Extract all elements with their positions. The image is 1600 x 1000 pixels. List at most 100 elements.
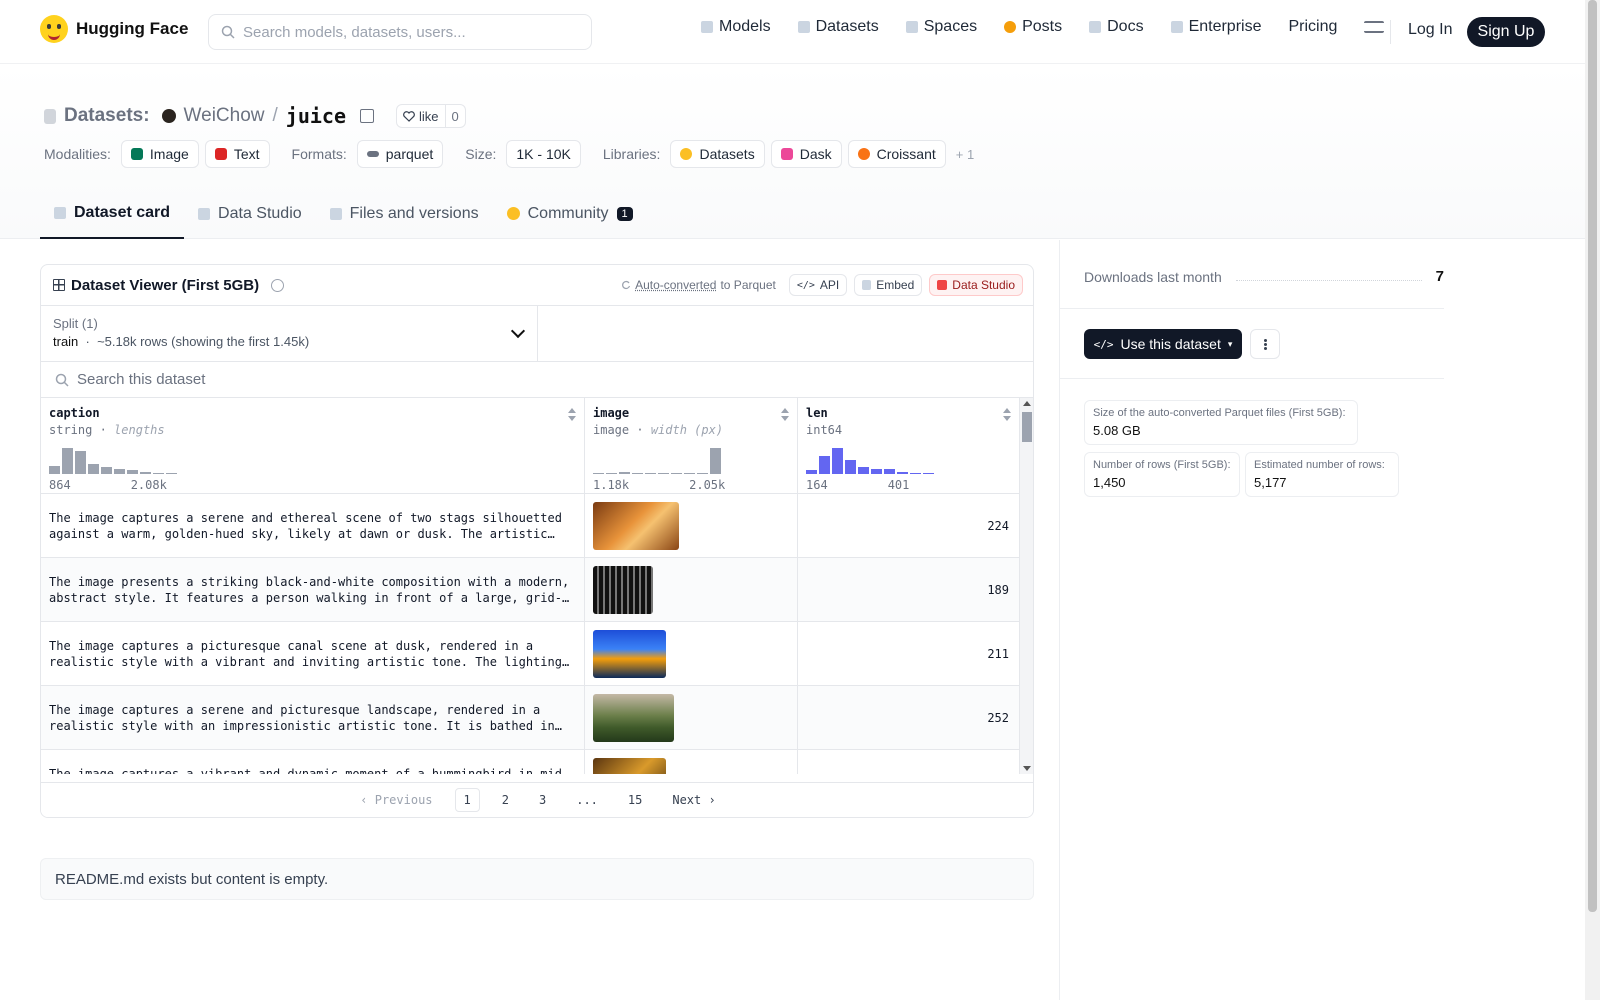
- histogram-bar[interactable]: [697, 473, 708, 474]
- tag-croissant[interactable]: Croissant: [847, 140, 946, 168]
- cell-caption[interactable]: The image captures a serene and pictures…: [41, 686, 585, 749]
- image-thumbnail[interactable]: [593, 502, 679, 550]
- auto-converted-link[interactable]: Auto-converted: [635, 278, 716, 292]
- image-thumbnail[interactable]: [593, 566, 653, 614]
- previous-page-button[interactable]: ‹ Previous: [352, 789, 440, 811]
- dataset-search-input[interactable]: [77, 371, 677, 388]
- histogram-bar[interactable]: [62, 448, 73, 474]
- histogram-bar[interactable]: [845, 460, 856, 474]
- page-button-15[interactable]: 15: [620, 789, 650, 811]
- cell-image[interactable]: [585, 750, 798, 774]
- tag-size[interactable]: 1K - 10K: [506, 140, 581, 168]
- histogram-bar[interactable]: [871, 469, 882, 474]
- table-row[interactable]: The image captures a serene and ethereal…: [41, 494, 1033, 558]
- cell-image[interactable]: [585, 686, 798, 749]
- tab-dataset-card[interactable]: Dataset card: [40, 188, 185, 239]
- sort-icon[interactable]: [781, 408, 789, 422]
- cell-image[interactable]: [585, 494, 798, 557]
- cell-len[interactable]: 189: [798, 558, 1020, 621]
- like-count[interactable]: 0: [444, 105, 465, 127]
- histogram-bar[interactable]: [593, 473, 604, 474]
- scroll-up-icon[interactable]: [1023, 401, 1031, 406]
- tag-dask[interactable]: Dask: [770, 140, 842, 168]
- cell-caption[interactable]: The image captures a picturesque canal s…: [41, 622, 585, 685]
- next-page-button[interactable]: Next ›: [664, 789, 723, 811]
- tab-files-and-versions[interactable]: Files and versions: [316, 188, 493, 239]
- page-button-2[interactable]: 2: [494, 789, 517, 811]
- repo-kind[interactable]: Datasets:: [64, 105, 150, 127]
- repo-owner-link[interactable]: WeiChow: [184, 105, 265, 127]
- histogram-bar[interactable]: [153, 473, 164, 474]
- cell-len[interactable]: 211: [798, 622, 1020, 685]
- more-tags-link[interactable]: + 1: [956, 147, 974, 162]
- histogram-bar[interactable]: [923, 473, 934, 474]
- histogram-bar[interactable]: [858, 467, 869, 474]
- histogram-bar[interactable]: [88, 464, 99, 474]
- cell-caption[interactable]: The image captures a vibrant and dynamic…: [41, 750, 585, 774]
- column-header-len[interactable]: len int64 164 401: [798, 398, 1020, 493]
- page-button-3[interactable]: 3: [531, 789, 554, 811]
- split-select[interactable]: Split (1) train · ~5.18k rows (showing t…: [41, 306, 538, 361]
- tag-parquet[interactable]: parquet: [356, 140, 444, 168]
- histogram-bar[interactable]: [114, 469, 125, 474]
- histogram-bar[interactable]: [910, 473, 921, 474]
- like-action[interactable]: like: [397, 105, 445, 127]
- page-scrollbar[interactable]: [1585, 0, 1600, 1000]
- histogram-bar[interactable]: [658, 473, 669, 474]
- tag-text[interactable]: Text: [204, 140, 270, 168]
- tag-image[interactable]: Image: [120, 140, 199, 168]
- nav-models[interactable]: Models: [701, 18, 771, 36]
- histogram-bar[interactable]: [645, 473, 656, 474]
- data-studio-button[interactable]: Data Studio: [929, 274, 1023, 296]
- column-header-image[interactable]: image image · width (px) 1.18k 2.05k: [585, 398, 798, 493]
- tab-community[interactable]: Community 1: [493, 188, 647, 239]
- owner-avatar[interactable]: [161, 109, 176, 123]
- use-this-dataset-button[interactable]: </> Use this dataset ▾: [1084, 329, 1242, 359]
- cell-image[interactable]: [585, 622, 798, 685]
- nav-enterprise[interactable]: Enterprise: [1170, 18, 1261, 36]
- histogram-bar[interactable]: [619, 472, 630, 474]
- histogram-bar[interactable]: [884, 469, 895, 474]
- histogram-bar[interactable]: [806, 470, 817, 474]
- signup-button[interactable]: Sign Up: [1467, 17, 1545, 47]
- histogram-bar[interactable]: [127, 470, 138, 474]
- image-thumbnail[interactable]: [593, 694, 674, 742]
- nav-datasets[interactable]: Datasets: [797, 18, 879, 36]
- histogram-bar[interactable]: [49, 466, 60, 474]
- nav-posts[interactable]: Posts: [1004, 18, 1062, 36]
- info-icon[interactable]: [271, 278, 285, 292]
- scrollbar-thumb[interactable]: [1022, 412, 1032, 442]
- sort-icon[interactable]: [568, 408, 576, 422]
- login-link[interactable]: Log In: [1408, 21, 1452, 39]
- table-row[interactable]: The image captures a vibrant and dynamic…: [41, 750, 1033, 774]
- sort-icon[interactable]: [1003, 408, 1011, 422]
- histogram-bar[interactable]: [632, 473, 643, 474]
- histogram-bar[interactable]: [140, 472, 151, 474]
- image-thumbnail[interactable]: [593, 630, 666, 678]
- nav-spaces[interactable]: Spaces: [905, 18, 977, 36]
- column-header-caption[interactable]: caption string · lengths 864 2.08k: [41, 398, 585, 493]
- histogram-bar[interactable]: [819, 456, 830, 474]
- histogram-bar[interactable]: [684, 473, 695, 474]
- table-row[interactable]: The image captures a picturesque canal s…: [41, 622, 1033, 686]
- image-thumbnail[interactable]: [593, 758, 666, 774]
- histogram-bar[interactable]: [710, 448, 721, 474]
- dataset-search[interactable]: [41, 362, 1033, 398]
- cell-caption[interactable]: The image presents a striking black-and-…: [41, 558, 585, 621]
- page-scrollbar-thumb[interactable]: [1588, 0, 1597, 912]
- histogram-bar[interactable]: [166, 473, 177, 474]
- nav-docs[interactable]: Docs: [1089, 18, 1144, 36]
- repo-name[interactable]: juice: [286, 104, 346, 128]
- page-button-1[interactable]: 1: [454, 788, 480, 812]
- global-search-input[interactable]: [243, 23, 563, 41]
- histogram-bar[interactable]: [897, 472, 908, 474]
- brand-link[interactable]: Hugging Face: [40, 15, 188, 43]
- cell-len[interactable]: 224: [798, 494, 1020, 557]
- copy-icon[interactable]: [360, 109, 375, 123]
- cell-caption[interactable]: The image captures a serene and ethereal…: [41, 494, 585, 557]
- histogram-bar[interactable]: [101, 467, 112, 474]
- like-button[interactable]: like 0: [396, 104, 466, 128]
- table-scrollbar[interactable]: [1019, 398, 1033, 774]
- nav-pricing[interactable]: Pricing: [1288, 18, 1337, 36]
- api-button[interactable]: </> API: [788, 274, 848, 296]
